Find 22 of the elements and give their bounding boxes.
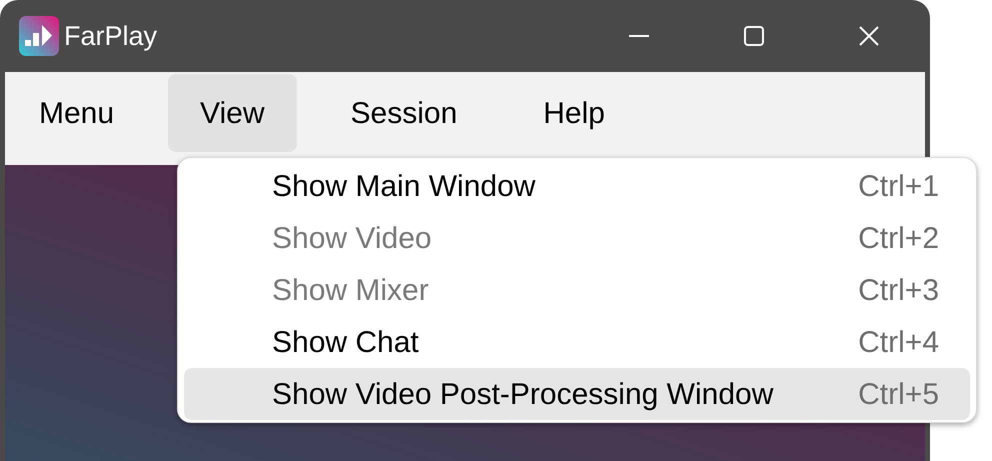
maximize-icon xyxy=(744,26,764,46)
menu-item[interactable]: Help xyxy=(511,74,637,152)
shortcut-label: Ctrl+3 xyxy=(858,272,939,308)
item-label: Show Video xyxy=(272,220,432,256)
minimize-icon xyxy=(629,35,649,37)
shortcut-label: Ctrl+1 xyxy=(858,168,939,204)
menu-item[interactable]: Session xyxy=(318,74,490,152)
app-logo-icon xyxy=(19,16,59,56)
menu-item[interactable]: View xyxy=(168,74,297,152)
dropdown-item[interactable]: Show Chat Ctrl+4 xyxy=(184,316,970,368)
item-label: Show Mixer xyxy=(272,272,429,308)
menu-item[interactable]: Menu xyxy=(7,74,146,152)
shortcut-label: Ctrl+2 xyxy=(858,220,939,256)
close-icon xyxy=(859,26,879,46)
window-title: FarPlay xyxy=(64,20,158,53)
dropdown-item[interactable]: Show Main Window Ctrl+1 xyxy=(184,160,970,212)
dropdown-item[interactable]: Show Video Post-Processing Window Ctrl+5 xyxy=(184,368,970,420)
shortcut-label: Ctrl+4 xyxy=(858,324,939,360)
item-label: Show Video Post-Processing Window xyxy=(272,376,774,412)
item-label: Show Main Window xyxy=(272,168,536,204)
shortcut-label: Ctrl+5 xyxy=(858,376,939,412)
item-label: Show Chat xyxy=(272,324,419,360)
